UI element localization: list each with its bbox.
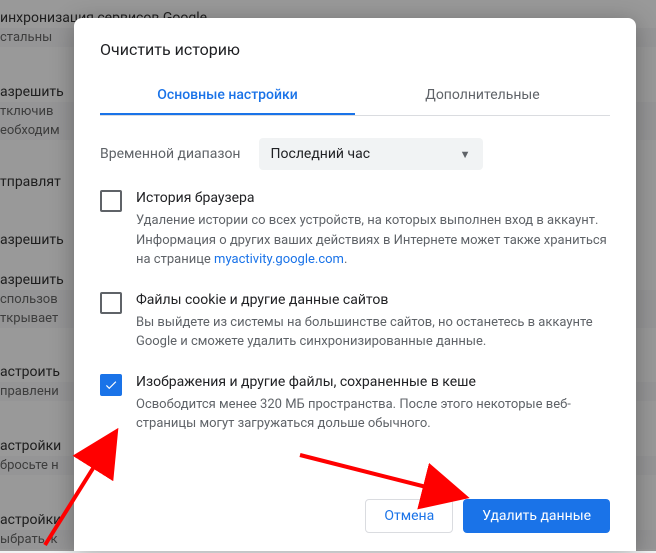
cancel-button[interactable]: Отмена [365,499,453,533]
time-range-select[interactable]: Последний час ▼ [259,138,483,170]
clear-browsing-data-dialog: Очистить историю Основные настройки Допо… [74,18,636,551]
option-browsing-history: История браузера Удаление истории со все… [100,188,610,270]
dialog-tabs: Основные настройки Дополнительные [100,77,610,116]
checkbox-browsing-history[interactable] [100,190,122,212]
option-title: История браузера [136,188,610,209]
option-title: Файлы cookie и другие данные сайтов [136,290,610,311]
time-range-row: Временной диапазон Последний час ▼ [100,138,610,170]
delete-data-button[interactable]: Удалить данные [463,499,610,533]
myactivity-link[interactable]: myactivity.google.com [214,252,344,267]
dialog-title: Очистить историю [100,40,610,59]
option-desc: Удаление истории со всех устройств, на к… [136,213,607,267]
checkbox-cookies[interactable] [100,292,122,314]
option-desc: Вы выйдете из системы на большинстве сай… [136,315,593,350]
option-cached-images: Изображения и другие файлы, сохраненные … [100,372,610,434]
time-range-label: Временной диапазон [100,146,241,162]
option-desc: Освободится менее 320 МБ пространства. П… [136,397,571,432]
time-range-value: Последний час [271,146,371,162]
option-title: Изображения и другие файлы, сохраненные … [136,372,610,393]
tab-basic[interactable]: Основные настройки [100,77,355,115]
options-list: История браузера Удаление истории со все… [100,188,610,434]
tab-advanced[interactable]: Дополнительные [355,77,610,115]
dialog-footer: Отмена Удалить данные [100,481,610,551]
chevron-down-icon: ▼ [460,148,471,161]
checkbox-cached-images[interactable] [100,374,122,396]
option-cookies: Файлы cookie и другие данные сайтов Вы в… [100,290,610,352]
